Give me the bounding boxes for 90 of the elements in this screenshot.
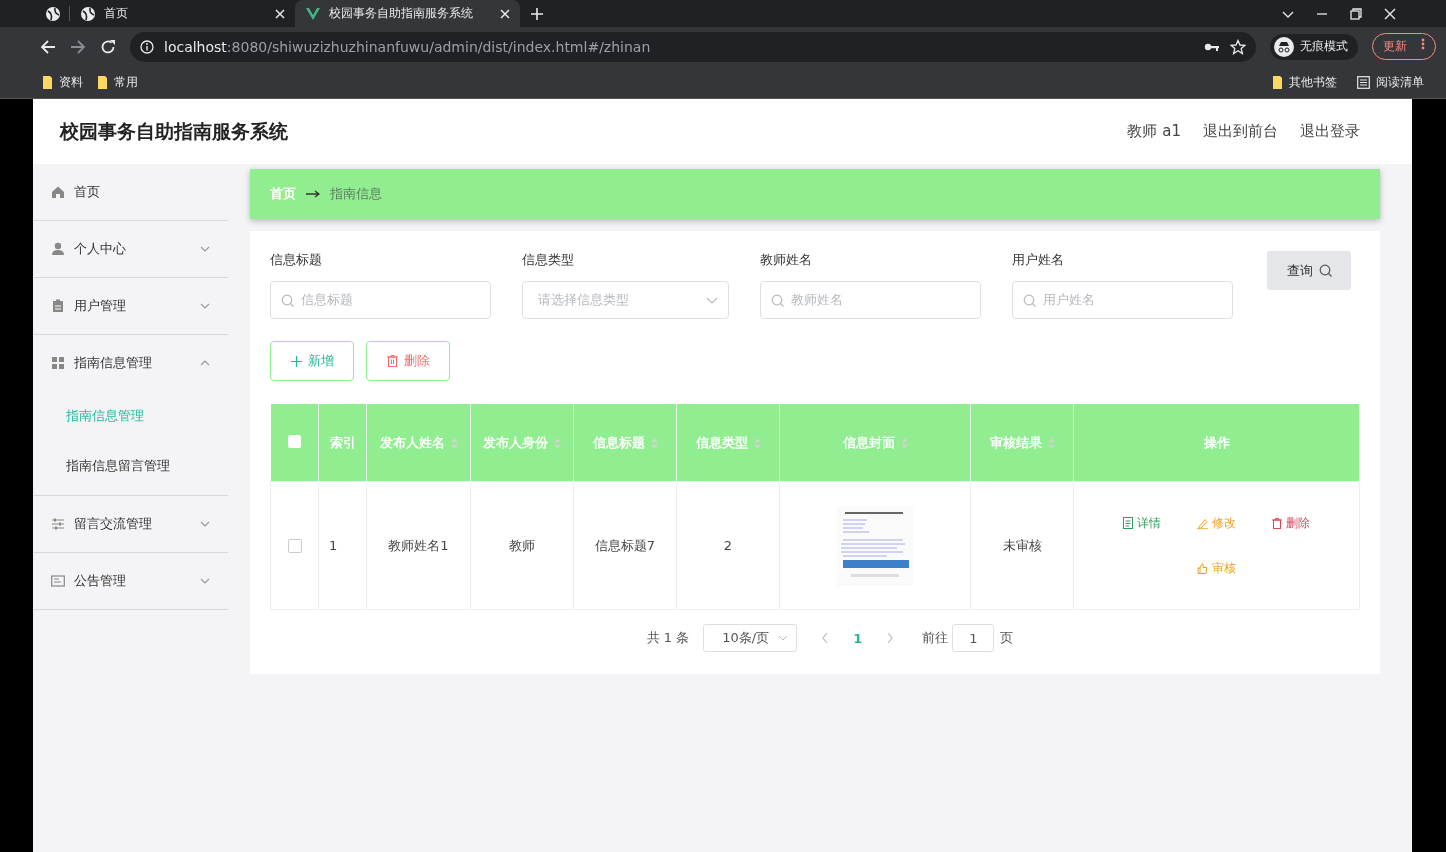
browser-tab[interactable]: 校园事务自助指南服务系统: [295, 0, 520, 27]
table-cell: 2: [676, 481, 780, 610]
search-icon: [771, 293, 784, 307]
search-icon: [1318, 264, 1332, 277]
reload-icon: [100, 38, 116, 55]
folder-icon: [97, 74, 108, 90]
forward-icon: [70, 38, 86, 55]
clipboard-icon: [51, 299, 65, 313]
close-icon: [1384, 7, 1396, 20]
chevron-right-icon: [886, 632, 895, 644]
goto-label: 前往: [922, 629, 949, 647]
sidebar-item[interactable]: 留言交流管理: [33, 496, 228, 553]
sidebar-item[interactable]: 公告管理: [33, 553, 228, 610]
detail-link[interactable]: 详情: [1123, 514, 1161, 532]
globe-icon: [45, 5, 61, 22]
home-icon: [51, 185, 65, 199]
trash-icon: [386, 355, 398, 367]
submenu-item[interactable]: 指南信息留言管理: [33, 441, 228, 491]
column-header: 操作: [1073, 404, 1360, 482]
search-icon: [1023, 293, 1036, 307]
globe-icon: [80, 5, 96, 22]
more-icon: [1421, 38, 1425, 50]
search-icon: [281, 293, 294, 307]
field-label: 用户姓名: [1012, 251, 1065, 269]
sidebar-item[interactable]: 指南信息管理: [33, 335, 228, 391]
tab-close-icon[interactable]: [500, 8, 510, 19]
folder-icon: [1272, 74, 1283, 90]
sort-icon: [753, 437, 761, 449]
new-tab-icon[interactable]: [530, 6, 544, 21]
grid-icon: [51, 356, 65, 370]
sidebar-item[interactable]: 用户管理: [33, 278, 228, 335]
total-count: 共 1 条: [646, 629, 690, 647]
sort-icon: [554, 437, 561, 449]
bookmark[interactable]: 常用: [97, 73, 138, 91]
bookmark[interactable]: 其他书签: [1272, 73, 1337, 91]
url-host: localhost: [164, 38, 227, 55]
url-path: :8080/shiwuzizhuzhinanfuwu/admin/dist/index.html#/zhinan: [226, 38, 651, 55]
user-name: 教师 a1: [1127, 122, 1181, 141]
sliders-icon: [51, 517, 65, 531]
incognito-label: 无痕模式: [1300, 38, 1348, 55]
table-cell: 1: [318, 481, 367, 610]
incognito-icon: [1274, 36, 1294, 57]
incognito-badge[interactable]: 无痕模式: [1270, 33, 1358, 60]
info-icon: [140, 39, 154, 54]
pencil-icon: [1197, 517, 1208, 529]
page-size-select[interactable]: 10条/页: [703, 624, 798, 652]
sort-icon: [650, 437, 658, 449]
thumbs-up-icon: [1197, 562, 1208, 574]
person-icon: [51, 242, 65, 256]
header-link[interactable]: 退出登录: [1300, 122, 1360, 141]
trash-icon: [1272, 517, 1282, 529]
breadcrumb-item: 指南信息: [330, 185, 382, 203]
arrow-right-icon: [306, 190, 320, 198]
column-header: 索引: [318, 404, 367, 482]
restore-icon: [1350, 7, 1362, 20]
list-icon: [1357, 75, 1370, 89]
star-icon: [1230, 38, 1246, 55]
address-bar[interactable]: localhost:8080/shiwuzizhuzhinanfuwu/admin/dist/index.html#/zhinan: [130, 31, 1256, 62]
delete-link[interactable]: 删除: [1272, 514, 1310, 532]
select-all-checkbox[interactable]: [287, 434, 301, 448]
chevron-left-icon: [821, 632, 830, 644]
table-cell: 教师: [470, 481, 574, 610]
field-label: 教师姓名: [760, 251, 813, 269]
sort-icon: [1047, 437, 1055, 449]
query-button[interactable]: 查询: [1267, 251, 1351, 290]
sort-icon: [900, 437, 908, 449]
field-label: 信息类型: [522, 251, 575, 269]
bookmark[interactable]: 资料: [42, 73, 83, 91]
tab-close-icon[interactable]: [275, 8, 285, 19]
app-title: 校园事务自助指南服务系统: [60, 118, 289, 144]
browser-tab[interactable]: 首页: [70, 0, 295, 27]
folder-icon: [42, 74, 53, 90]
table-cell: 未审核: [970, 481, 1074, 610]
chevron-down-icon: [778, 633, 789, 643]
page-unit: 页: [1000, 629, 1014, 647]
bookmark[interactable]: 阅读清单: [1357, 73, 1424, 91]
sort-icon: [450, 437, 458, 449]
document-icon: [1123, 517, 1133, 529]
sidebar-item[interactable]: 首页: [33, 164, 228, 221]
sidebar-item[interactable]: 个人中心: [33, 221, 228, 278]
notice-icon: [51, 574, 65, 588]
header-link[interactable]: 退出到前台: [1203, 122, 1278, 141]
v-logo-icon: [305, 5, 321, 22]
field-label: 信息标题: [270, 251, 323, 269]
plus-icon: [290, 355, 302, 367]
table-cell: 教师姓名1: [366, 481, 471, 610]
row-checkbox[interactable]: [287, 539, 302, 554]
table-cell: 信息标题7: [573, 481, 677, 610]
page-input[interactable]: 1: [952, 624, 995, 652]
back-icon: [40, 38, 56, 55]
